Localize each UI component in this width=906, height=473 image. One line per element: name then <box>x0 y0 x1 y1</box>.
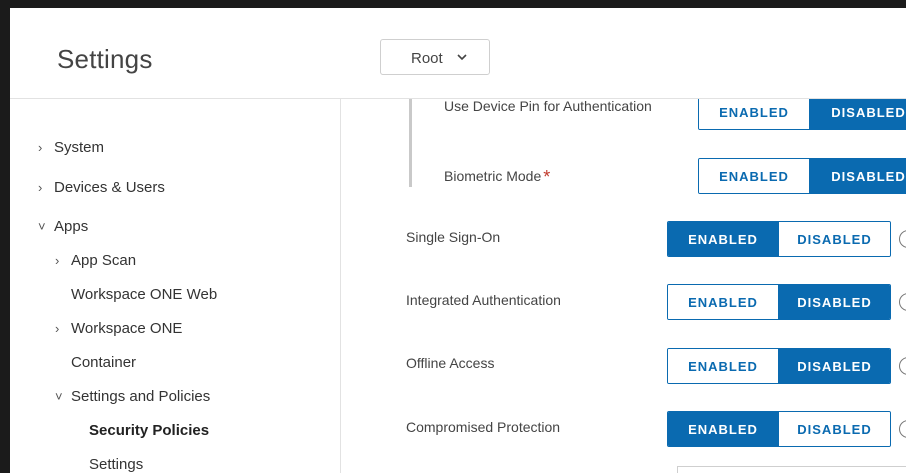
toggle-device-pin: ENABLED DISABLED <box>698 99 906 130</box>
sidebar-item-label: Workspace ONE <box>71 320 183 337</box>
sidebar-item-label: Container <box>71 354 137 371</box>
sidebar-item-workspace-one[interactable]: › Workspace ONE <box>55 320 182 337</box>
help-circle-icon[interactable] <box>899 230 906 248</box>
biometric-disabled-button[interactable]: DISABLED <box>809 159 906 193</box>
next-field-box[interactable] <box>677 466 906 473</box>
integrated-auth-disabled-button[interactable]: DISABLED <box>778 285 890 319</box>
sidebar: › System › Devices & Users ˅ Apps › App Scan… <box>10 99 341 473</box>
sidebar-item-label: Settings <box>89 456 144 473</box>
sidebar-item-settings-and-policies[interactable]: ˅ Settings and Policies <box>55 388 210 405</box>
toggle-offline-access: ENABLED DISABLED <box>667 348 891 384</box>
sso-disabled-button[interactable]: DISABLED <box>778 222 890 256</box>
sidebar-item-label: Devices & Users <box>54 179 165 196</box>
offline-access-disabled-button[interactable]: DISABLED <box>778 349 890 383</box>
sidebar-item-security-policies[interactable]: Security Policies <box>89 422 209 439</box>
root-select-value: Root <box>411 50 443 67</box>
setting-label-biometric-mode: Biometric Mode * <box>444 165 551 187</box>
sidebar-item-label: Workspace ONE Web <box>71 286 218 303</box>
main-content: Use Device Pin for Authentication ENABLE… <box>341 99 906 473</box>
root-org-select[interactable]: Root <box>380 39 490 75</box>
device-pin-disabled-button[interactable]: DISABLED <box>809 99 906 129</box>
sidebar-item-settings[interactable]: Settings <box>89 456 143 473</box>
help-circle-icon[interactable] <box>899 293 906 311</box>
chevron-down-icon: ˅ <box>38 219 46 234</box>
sidebar-item-container[interactable]: Container <box>71 354 136 371</box>
chevron-down-icon: ˅ <box>55 389 63 404</box>
compromised-enabled-button[interactable]: ENABLED <box>668 412 778 446</box>
chevron-right-icon: › <box>38 140 43 155</box>
sidebar-item-label: Apps <box>54 218 89 235</box>
sidebar-item-apps[interactable]: ˅ Apps <box>38 218 88 235</box>
setting-label-integrated-authentication: Integrated Authentication <box>406 292 561 308</box>
setting-label-offline-access: Offline Access <box>406 355 495 371</box>
sidebar-item-devices-users[interactable]: › Devices & Users <box>38 179 165 196</box>
toggle-compromised-protection: ENABLED DISABLED <box>667 411 891 447</box>
sidebar-item-label: Settings and Policies <box>71 388 211 405</box>
chevron-right-icon: › <box>38 180 43 195</box>
toggle-single-sign-on: ENABLED DISABLED <box>667 221 891 257</box>
device-pin-enabled-button[interactable]: ENABLED <box>699 99 810 129</box>
toggle-biometric-mode: ENABLED DISABLED <box>698 158 906 194</box>
chevron-down-icon <box>457 54 467 61</box>
compromised-disabled-button[interactable]: DISABLED <box>778 412 890 446</box>
header: Settings Root <box>10 8 906 99</box>
sidebar-item-label: System <box>54 139 105 156</box>
sidebar-item-label: Security Policies <box>89 422 210 439</box>
toggle-integrated-authentication: ENABLED DISABLED <box>667 284 891 320</box>
setting-label-compromised-protection: Compromised Protection <box>406 419 561 435</box>
chevron-right-icon: › <box>55 253 60 268</box>
setting-label-device-pin: Use Device Pin for Authentication <box>444 99 652 114</box>
chevron-right-icon: › <box>55 321 60 336</box>
sidebar-item-workspace-one-web[interactable]: Workspace ONE Web <box>71 286 217 303</box>
offline-access-enabled-button[interactable]: ENABLED <box>668 349 778 383</box>
settings-window: Settings Root › System › Devices & Users ˅… <box>10 8 906 473</box>
required-asterisk: * <box>543 167 551 187</box>
page-title: Settings <box>57 44 153 74</box>
sso-enabled-button[interactable]: ENABLED <box>668 222 778 256</box>
biometric-mode-text: Biometric Mode <box>444 168 542 184</box>
indent-divider <box>409 99 412 187</box>
sidebar-item-system[interactable]: › System <box>38 139 104 156</box>
help-circle-icon[interactable] <box>899 357 906 375</box>
biometric-enabled-button[interactable]: ENABLED <box>699 159 810 193</box>
help-circle-icon[interactable] <box>899 420 906 438</box>
sidebar-item-app-scan[interactable]: › App Scan <box>55 252 136 269</box>
sidebar-item-label: App Scan <box>71 252 137 269</box>
setting-label-single-sign-on: Single Sign-On <box>406 229 501 245</box>
integrated-auth-enabled-button[interactable]: ENABLED <box>668 285 778 319</box>
